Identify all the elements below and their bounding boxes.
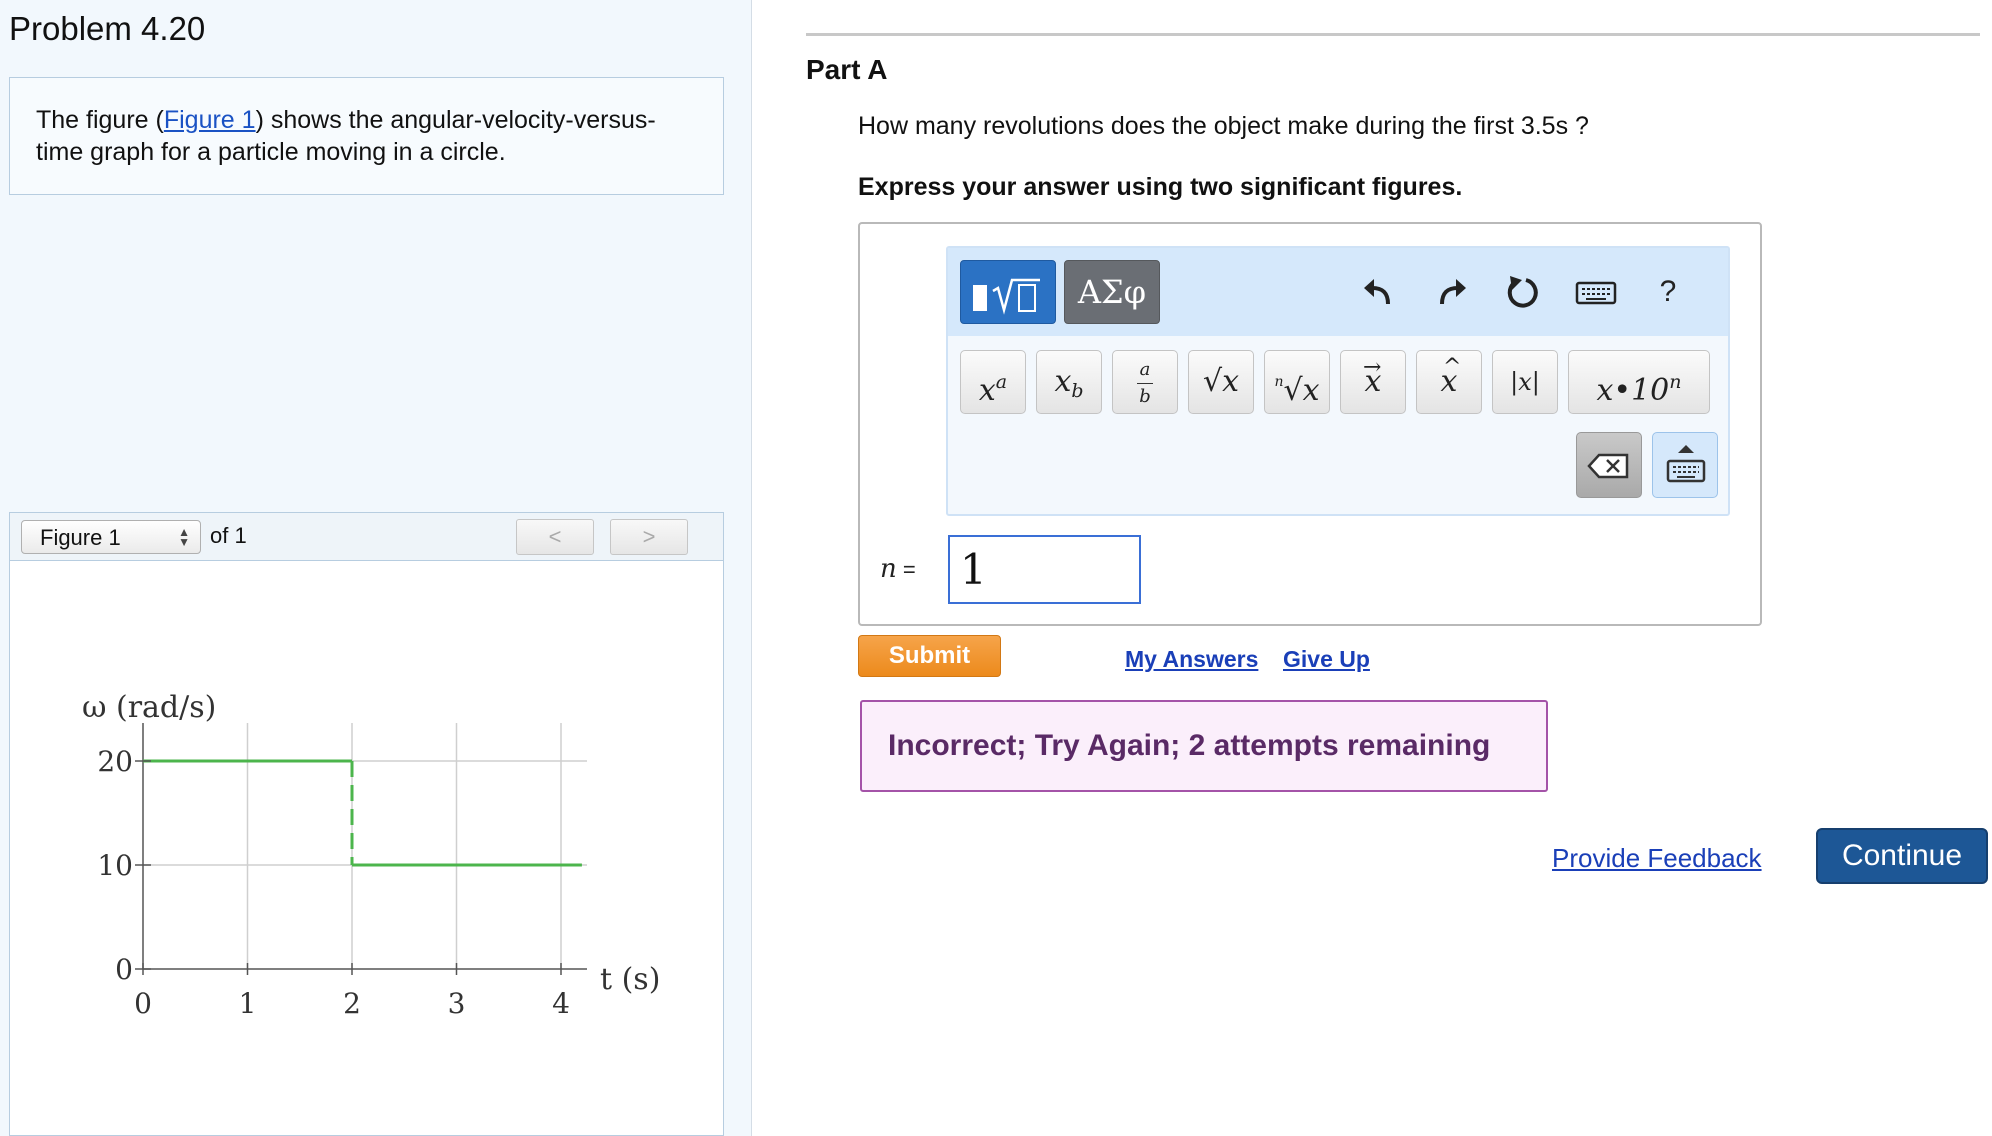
problem-title: Problem 4.20 <box>9 10 206 47</box>
reset-icon[interactable] <box>1504 274 1540 310</box>
x-axis-label: t (s) <box>600 962 660 997</box>
templates-icon <box>973 278 1040 315</box>
figure-select[interactable]: Figure 1 ▲ ▼ <box>21 520 201 554</box>
angular-velocity-graph: 0 1 2 3 4 0 10 20 ω (rad/s) t (s) <box>82 690 660 1020</box>
math-editor: ΑΣφ ? xa xb a b √x n√x → x ^ x |x| x•10n <box>946 246 1730 516</box>
figure-toolbar: Figure 1 ▲ ▼ of 1 < > <box>10 513 723 561</box>
undo-icon[interactable] <box>1360 274 1396 310</box>
figure-link[interactable]: Figure 1 <box>164 106 256 134</box>
subscript-key[interactable]: xb <box>1036 350 1102 414</box>
editor-toolbar: ΑΣφ ? <box>948 248 1728 336</box>
absolute-value-key[interactable]: |x| <box>1492 350 1558 414</box>
answer-label: n = <box>880 554 916 584</box>
problem-panel: Problem 4.20 The figure (Figure 1) shows… <box>0 0 752 1136</box>
fraction-key[interactable]: a b <box>1112 350 1178 414</box>
x-tick-label: 3 <box>448 987 466 1020</box>
power-key-base: x <box>978 373 996 408</box>
instruction-text: Express your answer using two significan… <box>858 173 1463 201</box>
select-arrows-icon: ▲ ▼ <box>178 525 190 549</box>
fraction-bar <box>1137 383 1153 384</box>
prev-figure-button[interactable]: < <box>516 519 594 555</box>
sci-key-exponent: n <box>1669 371 1682 393</box>
vector-key[interactable]: → x <box>1340 350 1406 414</box>
unit-vector-key[interactable]: ^ x <box>1416 350 1482 414</box>
keyboard-toggle-icon <box>1666 445 1706 483</box>
continue-button[interactable]: Continue <box>1816 828 1988 884</box>
chevron-right-icon: > <box>642 524 656 549</box>
scientific-notation-key[interactable]: x•10n <box>1568 350 1710 414</box>
backspace-key[interactable] <box>1576 432 1642 498</box>
power-key[interactable]: xa <box>960 350 1026 414</box>
subscript-key-base: x <box>1054 364 1072 399</box>
chevron-left-icon: < <box>548 524 562 549</box>
subscript-key-sub: b <box>1071 380 1084 402</box>
redo-icon[interactable] <box>1434 274 1470 310</box>
fraction-denominator: b <box>1139 386 1151 407</box>
sqrt-key[interactable]: √x <box>1188 350 1254 414</box>
sci-key-base: x•10 <box>1596 373 1670 408</box>
answer-input[interactable] <box>948 535 1141 604</box>
feedback-message: Incorrect; Try Again; 2 attempts remaini… <box>860 700 1548 792</box>
next-figure-button[interactable]: > <box>610 519 688 555</box>
x-tick-label: 1 <box>239 987 257 1020</box>
answer-area: ΑΣφ ? xa xb a b √x n√x → x ^ x |x| x•10n… <box>858 222 1762 626</box>
intro-text-start: The figure ( <box>36 106 164 134</box>
vector-arrow-icon: → <box>1363 355 1382 380</box>
figure-select-value: Figure 1 <box>40 525 121 550</box>
problem-intro: The figure (Figure 1) shows the angular-… <box>9 77 724 195</box>
figure-count: of 1 <box>210 523 247 548</box>
power-key-exponent: a <box>995 371 1008 393</box>
provide-feedback-link[interactable]: Provide Feedback <box>1552 843 1762 874</box>
y-tick-label: 0 <box>115 953 133 986</box>
backspace-icon <box>1587 453 1629 479</box>
answer-variable: n <box>880 554 897 584</box>
chart-ticks: 0 1 2 3 4 0 10 20 <box>97 745 570 1020</box>
my-answers-link[interactable]: My Answers <box>1125 646 1258 673</box>
x-tick-label: 0 <box>134 987 152 1020</box>
part-title: Part A <box>806 54 888 85</box>
submit-button[interactable]: Submit <box>858 635 1001 677</box>
question-text: How many revolutions does the object mak… <box>858 112 1589 140</box>
fraction-numerator: a <box>1139 359 1151 380</box>
y-axis-label: ω (rad/s) <box>82 690 216 725</box>
keyboard-icon[interactable] <box>1574 274 1618 310</box>
x-tick-label: 4 <box>552 987 570 1020</box>
figure-panel: Figure 1 ▲ ▼ of 1 < > 0 1 2 3 4 0 10 20 ω (rad/s… <box>9 512 724 1136</box>
nth-root-symbol: √x <box>1283 373 1320 408</box>
x-tick-label: 2 <box>343 987 361 1020</box>
toggle-keyboard-key[interactable] <box>1652 432 1718 498</box>
give-up-link[interactable]: Give Up <box>1283 646 1370 673</box>
divider <box>806 33 1980 36</box>
help-icon[interactable]: ? <box>1650 274 1686 310</box>
greek-symbols-button[interactable]: ΑΣφ <box>1064 260 1160 324</box>
templates-button[interactable] <box>960 260 1056 324</box>
nth-root-key[interactable]: n√x <box>1264 350 1330 414</box>
y-tick-label: 20 <box>97 745 133 778</box>
y-tick-label: 10 <box>97 849 133 882</box>
answer-equals: = <box>896 557 916 582</box>
hat-icon: ^ <box>1443 355 1462 380</box>
